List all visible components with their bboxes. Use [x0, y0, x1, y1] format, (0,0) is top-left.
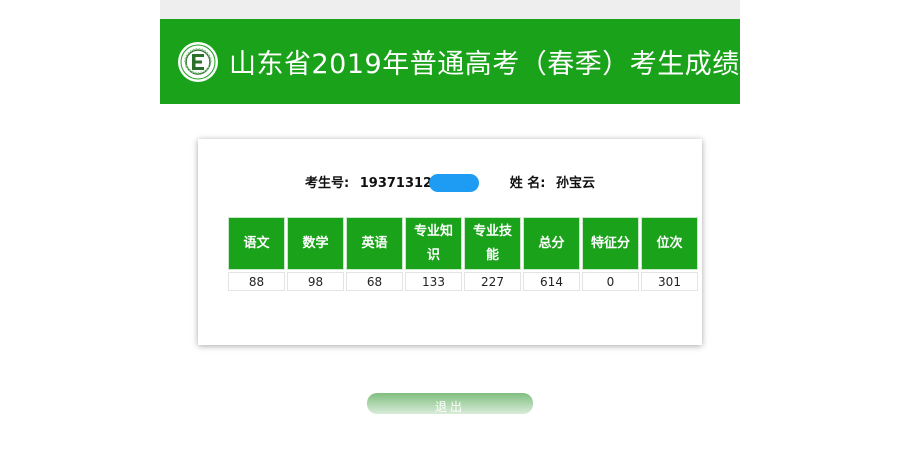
- candidate-id-value: 19371312: [359, 176, 433, 191]
- page: 山东省2019年普通高考（春季）考生成绩 考生号: 19371312 姓 名: …: [160, 0, 740, 450]
- value-feature-score: 0: [582, 272, 639, 291]
- candidate-id-label: 考生号:: [305, 176, 350, 191]
- header-banner: 山东省2019年普通高考（春季）考生成绩: [160, 19, 740, 104]
- header-professional-skill: 专业技能: [464, 217, 521, 270]
- value-chinese: 88: [228, 272, 285, 291]
- value-rank: 301: [641, 272, 698, 291]
- header-feature-score: 特征分: [582, 217, 639, 270]
- candidate-name-label: 姓 名:: [509, 176, 546, 191]
- redaction-mark: [428, 173, 479, 192]
- header-chinese: 语文: [228, 217, 285, 270]
- header-english: 英语: [346, 217, 403, 270]
- header-rank: 位次: [641, 217, 698, 270]
- value-professional-knowledge: 133: [405, 272, 462, 291]
- value-professional-skill: 227: [464, 272, 521, 291]
- candidate-info: 考生号: 19371312 姓 名: 孙宝云: [198, 172, 702, 193]
- value-total: 614: [523, 272, 580, 291]
- value-math: 98: [287, 272, 344, 291]
- score-value-row: 88 98 68 133 227 614 0 301: [228, 272, 698, 291]
- header-total: 总分: [523, 217, 580, 270]
- score-card: 考生号: 19371312 姓 名: 孙宝云 语文 数学 英语 专业知识 专业技…: [198, 139, 702, 345]
- header-math: 数学: [287, 217, 344, 270]
- provincial-exam-seal-icon: [178, 41, 218, 82]
- top-strip: [160, 0, 740, 19]
- score-header-row: 语文 数学 英语 专业知识 专业技能 总分 特征分 位次: [228, 217, 698, 270]
- page-title: 山东省2019年普通高考（春季）考生成绩: [229, 49, 740, 80]
- header-professional-knowledge: 专业知识: [405, 217, 462, 270]
- value-english: 68: [346, 272, 403, 291]
- exit-button[interactable]: 退出: [367, 393, 533, 414]
- candidate-name-value: 孙宝云: [555, 176, 595, 191]
- score-table: 语文 数学 英语 专业知识 专业技能 总分 特征分 位次 88 98 68 13…: [226, 215, 700, 293]
